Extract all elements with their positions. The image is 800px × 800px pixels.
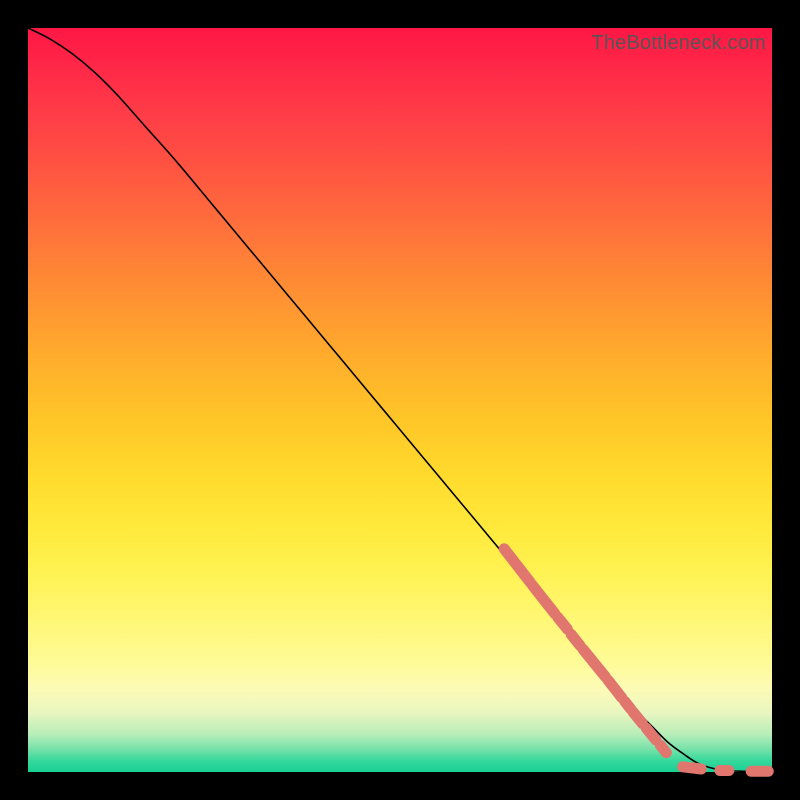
chart-svg: [28, 28, 772, 772]
highlight-dash: [571, 634, 580, 645]
highlight-dash: [683, 767, 702, 769]
highlight-dash-group: [504, 549, 768, 771]
chart-stage: TheBottleneck.com: [0, 0, 800, 800]
highlight-dash: [504, 549, 530, 582]
highlight-dash: [646, 728, 656, 740]
highlight-dash: [583, 649, 605, 677]
highlight-dash: [558, 617, 568, 629]
highlight-dash: [633, 712, 643, 724]
bottleneck-curve: [28, 28, 772, 771]
highlight-dash: [532, 585, 554, 613]
highlight-dash: [660, 745, 666, 752]
plot-area: TheBottleneck.com: [28, 28, 772, 772]
highlight-dash: [608, 680, 621, 697]
